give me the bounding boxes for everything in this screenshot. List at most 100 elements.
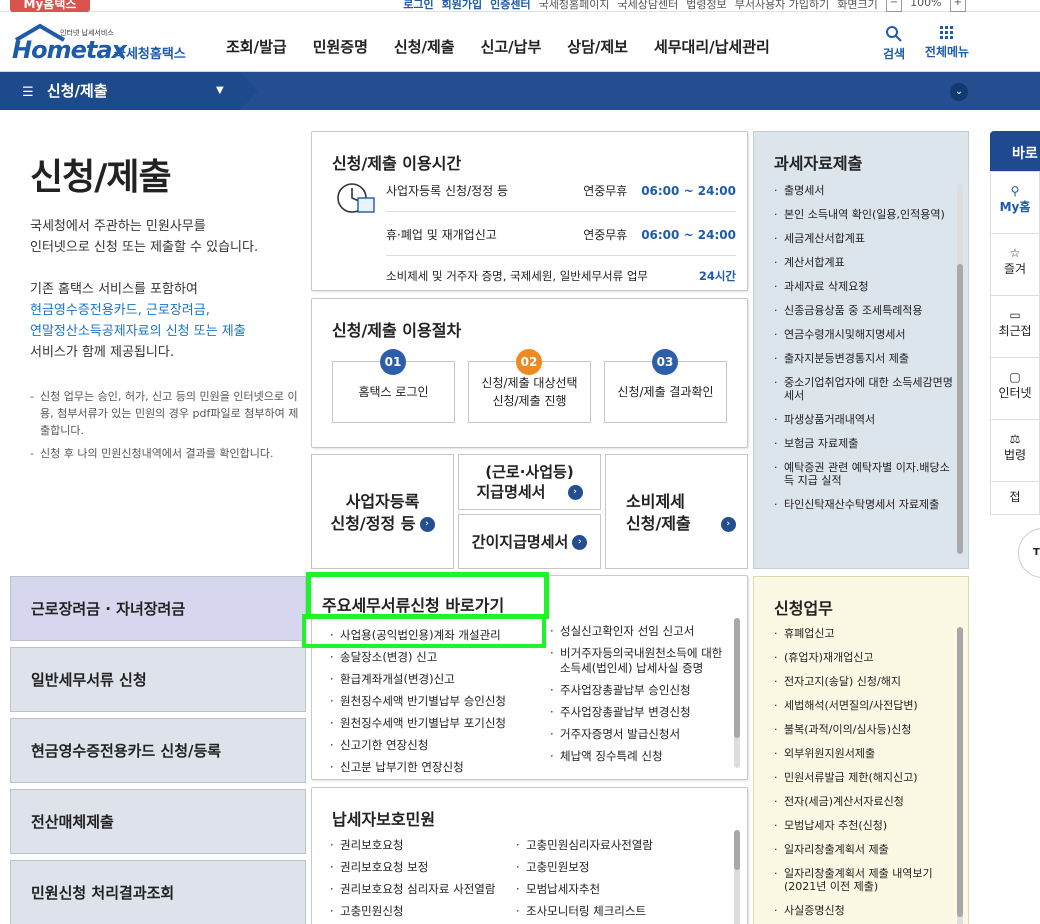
hometax-logo[interactable]: 인터넷 납세서비스 Hometax 국세청홈택스 xyxy=(10,20,190,66)
gnb-agent[interactable]: 세무대리/납세관리 xyxy=(654,36,770,57)
my-hometax-tab[interactable]: My홈택스 xyxy=(10,0,90,12)
logo-sub-text: 국세청홈택스 xyxy=(114,47,186,62)
tile-label: 신청/제출 xyxy=(626,514,691,533)
apply-link[interactable]: 전자(세금)계산서자료신청 xyxy=(774,795,958,808)
side-button-general-docs[interactable]: 일반세무서류 신청 xyxy=(10,647,306,712)
protection-right-list: 고충민원심리자료사전열람 고충민원보정 모범납세자추천 조사모니터링 체크리스트 xyxy=(516,834,726,922)
protection-link[interactable]: 고충민원보정 xyxy=(516,856,726,878)
biz-register-tile[interactable]: 사업자등록 신청/정정 등 › xyxy=(311,454,454,569)
apply-link[interactable]: 세법해석(서면질의/사전답변) xyxy=(774,699,958,712)
gnb-counsel[interactable]: 상담/제보 xyxy=(567,36,628,57)
protection-link[interactable]: 권리보호요청 xyxy=(330,834,520,856)
excise-tax-tile[interactable]: 소비제세 신청/제출 › xyxy=(605,454,748,569)
join-link[interactable]: 회원가입 xyxy=(442,0,482,12)
doc-link[interactable]: 신고기한 연장신청 xyxy=(330,734,545,756)
tax-data-link[interactable]: 과세자료 삭제요청 xyxy=(774,280,954,293)
zoom-in-button[interactable]: + xyxy=(949,0,966,12)
doc-link[interactable]: 성실신고확인자 선임 신고서 xyxy=(550,624,730,639)
protection-link[interactable]: 권리보호요청 심리자료 사전열람 xyxy=(330,878,520,900)
tax-data-link[interactable]: 타인신탁재산수탁명세서 자료제출 xyxy=(774,498,954,511)
hours-time: 06:00 ~ 24:00 xyxy=(641,228,736,242)
protection-title: 납세자보호민원 xyxy=(332,810,436,829)
apply-link[interactable]: 휴폐업신고 xyxy=(774,627,958,640)
doc-link[interactable]: 비거주자등의국내원천소득에 대한 소득세(법인세) 납세사실 증명 xyxy=(550,646,730,676)
doc-link[interactable]: 신고분 납부기한 연장신청 xyxy=(330,756,545,778)
tax-data-link[interactable]: 출명세서 xyxy=(774,184,954,197)
apply-link[interactable]: 외부위원지원서제출 xyxy=(774,747,958,760)
apply-link[interactable]: (휴업자)재개업신고 xyxy=(774,651,958,664)
tax-data-link[interactable]: 연금수령개시및해지명세서 xyxy=(774,328,954,341)
quick-more[interactable]: 접 xyxy=(991,482,1039,512)
side-button-result-inquiry[interactable]: 민원신청 처리결과조회 xyxy=(10,860,306,924)
protection-link[interactable]: 고충민원심리자료사전열람 xyxy=(516,834,726,856)
law-info-link[interactable]: 법령정보 xyxy=(686,0,726,12)
side-button-earned-income[interactable]: 근로장려금 · 자녀장려금 xyxy=(10,576,306,641)
apply-link[interactable]: 전자고지(송달) 신청/해지 xyxy=(774,675,958,688)
tax-data-link[interactable]: 보험금 자료제출 xyxy=(774,437,954,450)
protection-scrollbar[interactable] xyxy=(734,830,740,924)
gnb-apply[interactable]: 신청/제출 xyxy=(394,36,455,57)
apply-link[interactable]: 민원서류발급 제한(해지신고) xyxy=(774,771,958,784)
scroll-top-button[interactable]: TO xyxy=(1018,528,1040,578)
hours-label: 소비제세 및 거주자 증명, 국제세원, 일반세무서류 업무 xyxy=(386,269,649,283)
step-badge: 02 xyxy=(516,349,542,375)
quick-favorites[interactable]: ☆ 즐겨 xyxy=(991,234,1039,296)
protection-link[interactable]: 모범납세자추천 xyxy=(516,878,726,900)
doc-link[interactable]: 원천징수세액 반기별납부 포기신청 xyxy=(330,712,545,734)
quick-label: 접 xyxy=(1009,490,1021,504)
doc-link[interactable]: 주사업장총괄납부 승인신청 xyxy=(550,683,730,698)
desc-line: 기존 홈택스 서비스를 포함하여 xyxy=(30,282,198,297)
gnb-inquiry[interactable]: 조회/발급 xyxy=(226,36,287,57)
desc-line: 연말정산소득공제자료의 신청 또는 제출 xyxy=(30,324,246,339)
doc-link[interactable]: 주사업장총괄납부 변경신청 xyxy=(550,705,730,720)
tax-data-link[interactable]: 예탁증권 관련 예탁자별 이자.배당소득 지급 실적 xyxy=(774,461,954,487)
apply-link[interactable]: 모범납세자 추천(신청) xyxy=(774,819,958,832)
tax-data-link[interactable]: 세금계산서합계표 xyxy=(774,232,954,245)
doc-link[interactable]: 거주자증명서 발급신청서 xyxy=(550,727,730,742)
payment-statement-tile[interactable]: (근로·사업등) 지급명세서 › xyxy=(458,454,601,510)
note-text: 신청 후 나의 민원신청내역에서 결과를 확인합니다. xyxy=(40,447,274,460)
gnb-report-pay[interactable]: 신고/납부 xyxy=(481,36,542,57)
doc-link[interactable]: 송달장소(변경) 신고 xyxy=(330,646,545,668)
doc-link[interactable]: 환급계좌개설(변경)신고 xyxy=(330,668,545,690)
apply-link[interactable]: 불복(과적/이의/심사등)신청 xyxy=(774,723,958,736)
apply-link[interactable]: 일자리창출계획서 제출 xyxy=(774,843,958,856)
protection-link[interactable]: 고충민원신청 xyxy=(330,900,520,922)
main-docs-scrollbar[interactable] xyxy=(734,618,740,768)
tax-data-link[interactable]: 파생상품거래내역서 xyxy=(774,413,954,426)
simple-statement-tile[interactable]: 간이지급명세서 › xyxy=(458,514,601,569)
counsel-center-link[interactable]: 국세상담센터 xyxy=(617,0,678,12)
quick-internet[interactable]: ▢ 인터넷 xyxy=(991,358,1039,420)
cert-center-link[interactable]: 인증센터 xyxy=(490,0,530,12)
tax-data-link[interactable]: 중소기업취업자에 대한 소득세감면명세서 xyxy=(774,376,954,402)
doc-link[interactable]: 원천징수세액 반기별납부 승인신청 xyxy=(330,690,545,712)
apply-link[interactable]: 일자리창출계획서 제출 내역보기(2021년 이전 제출) xyxy=(774,867,958,893)
tax-data-link[interactable]: 계산서합계표 xyxy=(774,256,954,269)
all-menu-button[interactable]: 전체메뉴 xyxy=(920,26,974,60)
quick-recent[interactable]: ▭ 최근접 xyxy=(991,296,1039,358)
side-button-cash-receipt-card[interactable]: 현금영수증전용카드 신청/등록 xyxy=(10,718,306,783)
screen-size-label: 화면크기 xyxy=(837,0,878,11)
chevron-down-icon[interactable]: ⌄ xyxy=(950,83,968,101)
search-button[interactable]: 검색 xyxy=(874,26,914,62)
apply-link[interactable]: 사실증명신청 xyxy=(774,904,958,917)
nts-home-link[interactable]: 국세청홈페이지 xyxy=(539,0,610,12)
doc-link[interactable]: 체납액 징수특례 신청 xyxy=(550,749,730,764)
side-button-media-submit[interactable]: 전산매체제출 xyxy=(10,789,306,854)
tax-data-scrollbar[interactable] xyxy=(957,184,963,554)
login-link[interactable]: 로그인 xyxy=(403,0,433,12)
gnb-certificate[interactable]: 민원증명 xyxy=(313,36,368,57)
hours-row: 휴·폐업 및 재개업신고 연중무휴 06:00 ~ 24:00 xyxy=(386,212,736,256)
zoom-out-button[interactable]: − xyxy=(885,0,903,12)
main-docs-title-highlight: 주요세무서류신청 바로가기 xyxy=(306,572,549,619)
quick-law[interactable]: ⚖ 법령 xyxy=(991,420,1039,482)
apply-work-scrollbar[interactable] xyxy=(957,627,963,924)
quick-my-hometax[interactable]: ⚲ My홈 xyxy=(991,172,1039,234)
protection-link[interactable]: 권리보호요청 보정 xyxy=(330,856,520,878)
tax-data-link[interactable]: 신종금융상품 중 조세특례적용 xyxy=(774,304,954,317)
location-select[interactable]: ☰ 신청/제출 ▼ xyxy=(0,72,258,110)
dept-user-join-link[interactable]: 부서사용자 가입하기 xyxy=(735,0,830,12)
tax-data-link[interactable]: 본인 소득내역 확인(일용,인적용역) xyxy=(774,208,954,221)
protection-link[interactable]: 조사모니터링 체크리스트 xyxy=(516,900,726,922)
tax-data-link[interactable]: 출자지분등변경통지서 제출 xyxy=(774,352,954,365)
